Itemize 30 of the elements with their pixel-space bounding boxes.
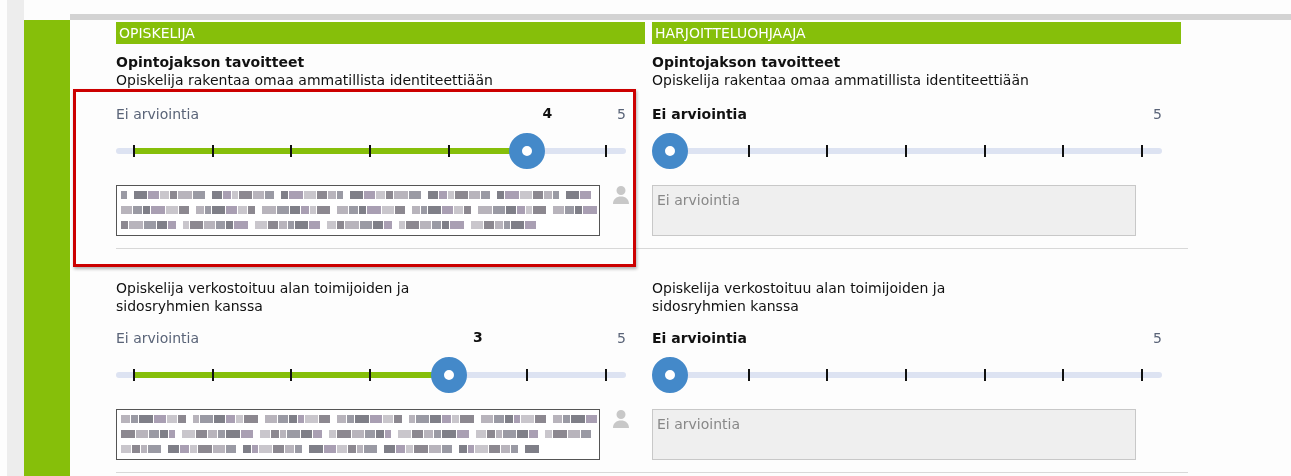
person-icon: [612, 409, 630, 429]
scale-value-label: 3: [472, 329, 483, 345]
scale-min-label: Ei arviointia: [116, 106, 199, 122]
goal-text: Opiskelija rakentaa omaa ammatillista identiteettiään: [116, 71, 494, 89]
scale-max-label: 5: [617, 330, 626, 346]
rating-slider[interactable]: [116, 357, 626, 393]
comment-text: Ei arviointia: [657, 192, 740, 208]
goal-text: Opiskelija verkostoituu alan toimijoiden ja sidosryhmien kanssa: [116, 279, 411, 315]
slider-thumb[interactable]: [652, 357, 688, 393]
comment-text: Ei arviointia: [657, 416, 740, 432]
column-header: HARJOITTELUOHJAAJA: [652, 22, 1181, 44]
scale-max-label: 5: [617, 106, 626, 122]
slider-thumb[interactable]: [652, 133, 688, 169]
slider-thumb[interactable]: [430, 357, 467, 393]
scale-min-label: Ei arviointia: [652, 106, 747, 122]
rating-slider[interactable]: [652, 133, 1162, 169]
scale-min-label: Ei arviointia: [652, 330, 747, 346]
section-title: Opintojakson tavoitteet: [652, 54, 842, 71]
scale-max-label: 5: [1153, 330, 1162, 346]
goal-text: Opiskelija verkostoituu alan toimijoiden ja sidosryhmien kanssa: [652, 279, 947, 315]
slider-thumb[interactable]: [509, 133, 546, 169]
scale-max-label: 5: [1153, 106, 1162, 122]
scale-min-label: Ei arviointia: [116, 330, 199, 346]
person-icon: [612, 185, 630, 205]
section-title: Opintojakson tavoitteet: [116, 54, 306, 71]
rating-slider[interactable]: [652, 357, 1162, 393]
column-header: OPISKELIJA: [116, 22, 645, 44]
scale-value-label: 4: [542, 105, 553, 121]
goal-text: Opiskelija rakentaa omaa ammatillista identiteettiään: [652, 71, 1030, 89]
rating-slider[interactable]: [116, 133, 626, 169]
